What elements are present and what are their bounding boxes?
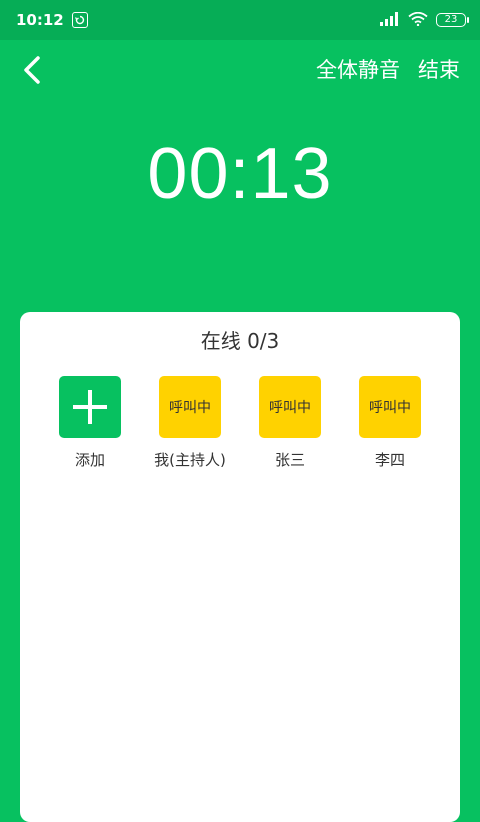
sync-icon: [71, 12, 88, 28]
member-name: 张三: [274, 451, 305, 469]
member-lisi: 呼叫中 李四: [340, 376, 440, 470]
member-name: 添加: [74, 451, 105, 469]
plus-icon: [73, 390, 107, 424]
add-member-button[interactable]: [59, 376, 121, 438]
member-name: 我(主持人): [154, 451, 226, 469]
back-arrow-icon: [24, 56, 40, 84]
online-count: 在线 0/3: [200, 329, 280, 353]
call-header: 全体静音 结束: [0, 40, 480, 100]
member-host: 呼叫中 我(主持人): [140, 376, 240, 470]
calling-status: 呼叫中: [269, 400, 311, 416]
header-actions: 全体静音 结束: [316, 56, 460, 84]
member-add[interactable]: 添加: [40, 376, 140, 470]
calling-status-badge: 呼叫中: [159, 376, 221, 438]
wifi-icon: [408, 11, 428, 30]
battery-icon: 23: [436, 13, 469, 27]
calling-status: 呼叫中: [369, 400, 411, 416]
mute-all-button[interactable]: 全体静音: [316, 56, 400, 84]
signal-icon: [380, 11, 400, 30]
member-name: 李四: [374, 451, 405, 469]
member-zhangsan: 呼叫中 张三: [240, 376, 340, 470]
calling-status-badge: 呼叫中: [259, 376, 321, 438]
end-call-button[interactable]: 结束: [418, 56, 460, 84]
status-bar: 10:12 23: [0, 0, 480, 40]
status-indicators: 23: [380, 11, 469, 30]
battery-level: 23: [444, 14, 458, 25]
back-button[interactable]: [14, 52, 50, 88]
calling-status: 呼叫中: [169, 400, 211, 416]
calling-status-badge: 呼叫中: [359, 376, 421, 438]
call-timer: 00:13: [147, 134, 333, 214]
status-time: 10:12: [16, 11, 64, 29]
members-card: 在线 0/3 添加 呼叫中 我(主持人) 呼叫中 张三 呼叫中 李四: [20, 312, 460, 822]
